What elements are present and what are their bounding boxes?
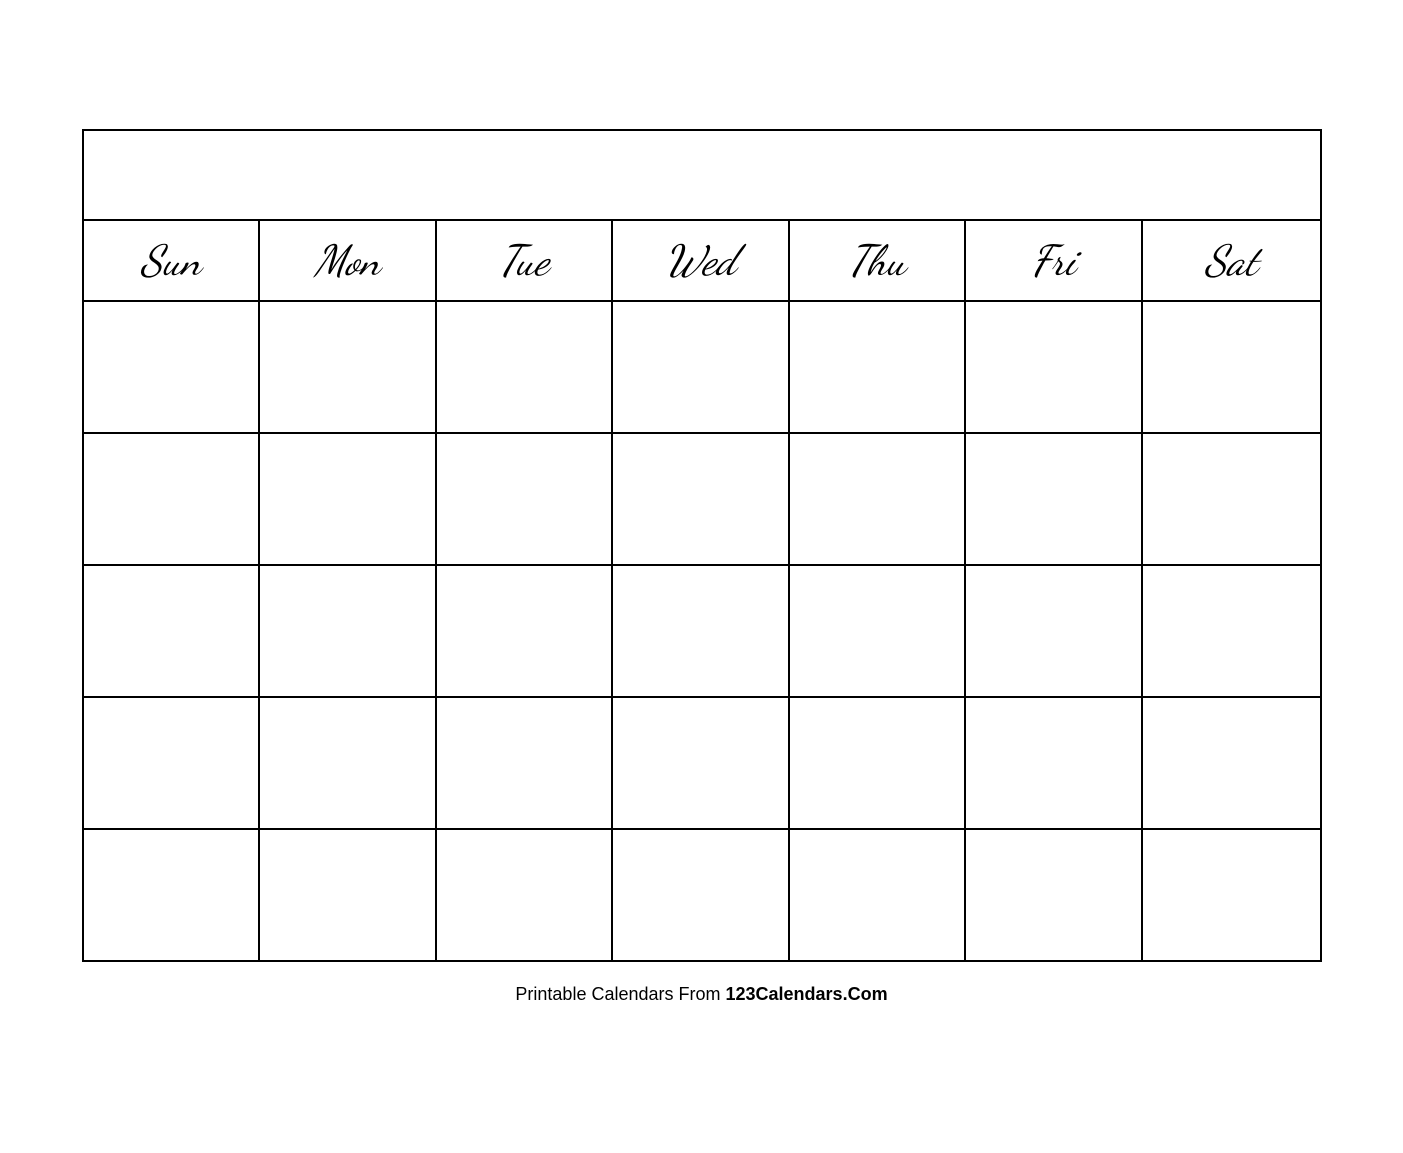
day-header-tue: Tue xyxy=(437,221,614,300)
cell-4-5 xyxy=(790,698,967,828)
calendar-row-5 xyxy=(84,830,1320,960)
day-header-thu: Thu xyxy=(790,221,967,300)
cell-4-2 xyxy=(260,698,437,828)
footer: Printable Calendars From 123Calendars.Co… xyxy=(82,984,1322,1005)
cell-1-4 xyxy=(613,302,790,432)
cell-1-1 xyxy=(84,302,261,432)
cell-1-7 xyxy=(1143,302,1320,432)
cell-1-5 xyxy=(790,302,967,432)
cell-3-3 xyxy=(437,566,614,696)
cell-5-5 xyxy=(790,830,967,960)
cell-3-7 xyxy=(1143,566,1320,696)
cell-2-4 xyxy=(613,434,790,564)
cell-4-6 xyxy=(966,698,1143,828)
calendar-header-row: Sun Mon Tue Wed Thu Fri Sat xyxy=(84,221,1320,302)
calendar-row-1 xyxy=(84,302,1320,434)
cell-2-1 xyxy=(84,434,261,564)
cell-3-6 xyxy=(966,566,1143,696)
cell-2-6 xyxy=(966,434,1143,564)
cell-4-1 xyxy=(84,698,261,828)
day-header-wed: Wed xyxy=(613,221,790,300)
day-header-fri: Fri xyxy=(966,221,1143,300)
footer-normal-text: Printable Calendars From xyxy=(515,984,725,1004)
cell-3-1 xyxy=(84,566,261,696)
page-wrapper: Sun Mon Tue Wed Thu Fri Sat xyxy=(52,109,1352,1045)
cell-5-1 xyxy=(84,830,261,960)
cell-4-3 xyxy=(437,698,614,828)
cell-2-5 xyxy=(790,434,967,564)
cell-5-4 xyxy=(613,830,790,960)
cell-3-5 xyxy=(790,566,967,696)
calendar-title-row xyxy=(84,131,1320,221)
cell-2-2 xyxy=(260,434,437,564)
cell-1-2 xyxy=(260,302,437,432)
cell-2-7 xyxy=(1143,434,1320,564)
cell-5-7 xyxy=(1143,830,1320,960)
calendar-container: Sun Mon Tue Wed Thu Fri Sat xyxy=(82,129,1322,962)
cell-5-6 xyxy=(966,830,1143,960)
cell-4-7 xyxy=(1143,698,1320,828)
cell-5-2 xyxy=(260,830,437,960)
calendar-row-4 xyxy=(84,698,1320,830)
day-header-mon: Mon xyxy=(260,221,437,300)
cell-2-3 xyxy=(437,434,614,564)
cell-3-4 xyxy=(613,566,790,696)
cell-4-4 xyxy=(613,698,790,828)
footer-bold-text: 123Calendars.Com xyxy=(726,984,888,1004)
cell-1-3 xyxy=(437,302,614,432)
cell-3-2 xyxy=(260,566,437,696)
calendar-body xyxy=(84,302,1320,960)
cell-5-3 xyxy=(437,830,614,960)
day-header-sun: Sun xyxy=(84,221,261,300)
calendar-row-3 xyxy=(84,566,1320,698)
calendar-row-2 xyxy=(84,434,1320,566)
cell-1-6 xyxy=(966,302,1143,432)
day-header-sat: Sat xyxy=(1143,221,1320,300)
